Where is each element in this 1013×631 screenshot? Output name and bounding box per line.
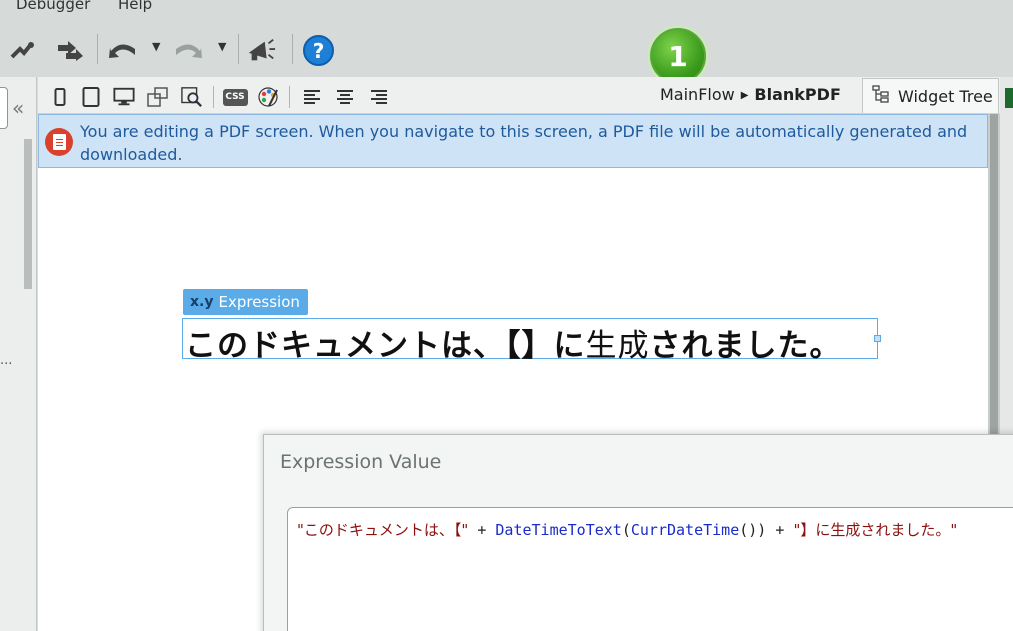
expression-editor[interactable]: "このドキュメントは、【" + DateTimeToText(CurrDateT… [287,507,1013,631]
breadcrumb-separator-icon: ▶ [740,90,749,101]
publish-icon[interactable] [8,36,38,64]
menu-bar: Debugger Help [0,0,1013,22]
layout-icon[interactable] [147,86,169,108]
banner-message: You are editing a PDF screen. When you n… [80,122,968,164]
redo-dropdown-icon[interactable]: ▼ [218,40,226,53]
css-icon[interactable]: CSS [222,86,248,108]
expression-code: "このドキュメントは、【" + DateTimeToText(CurrDateT… [297,521,958,539]
canvas-toolbar: CSS MainFlow ▶ BlankPDF [38,77,1000,114]
desktop-icon[interactable] [113,86,135,108]
redo-icon[interactable] [174,36,204,64]
undo-icon[interactable] [107,36,137,64]
tab-widget-tree[interactable]: Widget Tree [862,78,999,113]
pdf-info-banner: You are editing a PDF screen. When you n… [38,114,988,168]
breadcrumb-screen[interactable]: BlankPDF [754,85,840,104]
preview-icon[interactable] [181,86,203,108]
main-toolbar: ▼ ▼ ? 1 [0,22,1013,87]
help-button[interactable]: ? [303,35,334,66]
expression-widget[interactable]: このドキュメントは、【】に生成されました。 [182,318,881,364]
undo-dropdown-icon[interactable]: ▼ [152,40,160,53]
theme-icon[interactable] [257,86,279,108]
dialog-title: Expression Value [280,451,442,473]
breadcrumb-flow[interactable]: MainFlow [660,85,735,104]
breadcrumb: MainFlow ▶ BlankPDF [660,85,841,104]
menu-debugger[interactable]: Debugger [16,0,90,13]
expression-tag-label: Expression [218,293,300,311]
resize-handle[interactable] [874,335,881,342]
phone-icon[interactable] [49,86,71,108]
pdf-file-icon [45,128,73,156]
tree-icon [872,85,890,107]
expression-widget-tag[interactable]: x.y Expression [183,289,308,315]
menu-help[interactable]: Help [118,0,152,13]
widget-tree-label: Widget Tree [898,86,993,106]
align-center-icon[interactable] [334,86,356,108]
collapse-panel-icon[interactable]: « [12,96,24,120]
left-panel: « ... [0,77,37,631]
expression-icon: x.y [190,294,214,310]
left-panel-ellipsis: ... [0,353,13,368]
side-panel-tab[interactable] [1005,88,1013,108]
app-window: { "menu": { "items": ["Debugger", "Help"… [0,0,1013,631]
expression-widget-text: このドキュメントは、【】に生成されました。 [185,328,842,364]
align-left-icon[interactable] [301,86,323,108]
left-panel-input[interactable] [0,87,8,129]
align-right-icon[interactable] [368,86,390,108]
left-panel-scrollbar[interactable] [24,139,32,289]
tablet-icon[interactable] [80,86,102,108]
announce-icon[interactable] [246,36,276,64]
merge-icon[interactable] [55,36,85,64]
expression-value-dialog: Expression Value "このドキュメントは、【" + DateTim… [263,434,1013,631]
